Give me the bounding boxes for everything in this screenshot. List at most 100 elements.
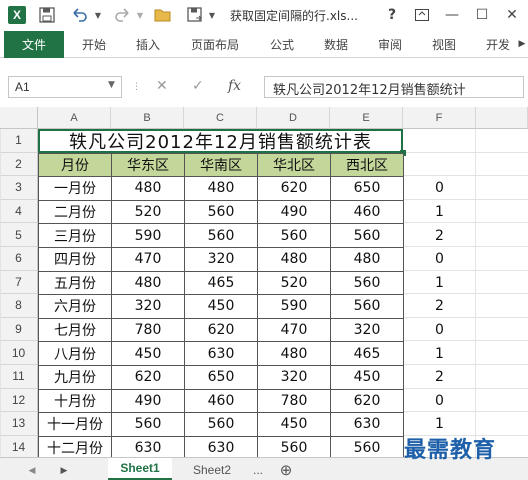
column-header-c[interactable]: C	[184, 107, 257, 129]
table-header-cell[interactable]: 华东区	[111, 152, 185, 178]
minimize-button[interactable]: —	[440, 4, 464, 26]
table-cell[interactable]: 780	[111, 317, 185, 343]
select-all-corner[interactable]	[0, 107, 38, 129]
sheet-tab-sheet2[interactable]: Sheet2	[180, 461, 244, 479]
table-cell[interactable]: 620	[184, 317, 258, 343]
row-header-12[interactable]: 12	[0, 388, 38, 413]
table-cell[interactable]: 780	[257, 388, 331, 414]
table-cell[interactable]: 560	[330, 270, 404, 296]
table-cell[interactable]: 620	[330, 388, 404, 414]
row-header-6[interactable]: 6	[0, 247, 38, 271]
table-cell[interactable]: 450	[111, 341, 185, 366]
table-cell[interactable]: 470	[111, 247, 185, 272]
tab-view[interactable]: 视图	[424, 31, 464, 57]
table-cell[interactable]: 320	[257, 365, 331, 390]
table-cell[interactable]: 620	[257, 176, 331, 201]
table-cell[interactable]: 465	[184, 270, 258, 296]
table-cell[interactable]: 480	[330, 247, 404, 272]
tab-home[interactable]: 开始	[74, 31, 114, 57]
tab-page-layout[interactable]: 页面布局	[182, 31, 248, 57]
row-header-5[interactable]: 5	[0, 223, 38, 247]
table-cell[interactable]: 560	[184, 223, 258, 248]
table-cell[interactable]: 650	[330, 176, 404, 201]
table-cell[interactable]: 八月份	[38, 341, 112, 366]
table-cell[interactable]: 470	[257, 317, 331, 343]
table-cell[interactable]: 490	[257, 199, 331, 225]
table-cell[interactable]: 560	[257, 435, 331, 457]
table-header-cell[interactable]: 月份	[38, 152, 112, 178]
row-header-11[interactable]: 11	[0, 365, 38, 389]
table-cell[interactable]: 465	[330, 341, 404, 366]
row-header-8[interactable]: 8	[0, 294, 38, 318]
qat-customize-icon[interactable]: ▼	[206, 4, 218, 26]
sheet-scroll-right-icon[interactable]: ▶	[56, 461, 72, 479]
table-cell[interactable]: 630	[111, 435, 185, 457]
tab-formulas[interactable]: 公式	[262, 31, 302, 57]
more-sheets-button[interactable]: ...	[248, 461, 268, 479]
row-header-1[interactable]: 1	[0, 129, 38, 153]
ribbon-scroll-right-icon[interactable]: ▶	[516, 31, 528, 57]
table-cell[interactable]: 450	[330, 365, 404, 390]
new-sheet-button[interactable]: ⊕	[276, 461, 296, 479]
helper-cell[interactable]: 2	[403, 365, 476, 390]
insert-function-icon[interactable]: fx	[228, 78, 241, 94]
row-header-4[interactable]: 4	[0, 199, 38, 224]
row-header-14[interactable]: 14	[0, 435, 38, 457]
cancel-icon[interactable]: ✕	[156, 78, 168, 94]
table-cell[interactable]: 460	[184, 388, 258, 414]
column-header-f[interactable]: F	[403, 107, 476, 129]
tab-data[interactable]: 数据	[316, 31, 356, 57]
sheet-scroll-left-icon[interactable]: ◀	[24, 461, 40, 479]
table-cell[interactable]: 620	[111, 365, 185, 390]
table-cell[interactable]: 十月份	[38, 388, 112, 414]
table-cell[interactable]: 560	[111, 412, 185, 437]
column-header-g[interactable]	[476, 107, 528, 129]
undo-dropdown-icon[interactable]: ▼	[92, 4, 104, 26]
open-folder-icon[interactable]	[152, 4, 174, 26]
table-cell[interactable]: 480	[111, 270, 185, 296]
table-cell[interactable]: 560	[184, 199, 258, 225]
table-cell[interactable]: 590	[111, 223, 185, 248]
table-cell[interactable]: 630	[184, 341, 258, 366]
maximize-button[interactable]: ☐	[470, 4, 494, 26]
helper-cell[interactable]: 0	[403, 318, 476, 343]
tab-insert[interactable]: 插入	[128, 31, 168, 57]
helper-cell[interactable]: 0	[403, 176, 476, 201]
table-header-cell[interactable]: 华北区	[257, 152, 331, 178]
redo-dropdown-icon[interactable]: ▼	[134, 4, 146, 26]
table-cell[interactable]: 五月份	[38, 270, 112, 296]
table-cell[interactable]: 六月份	[38, 294, 112, 319]
column-header-a[interactable]: A	[38, 107, 111, 129]
row-header-3[interactable]: 3	[0, 176, 38, 200]
redo-icon[interactable]	[112, 4, 134, 26]
column-header-b[interactable]: B	[111, 107, 184, 129]
row-header-13[interactable]: 13	[0, 412, 38, 436]
table-cell[interactable]: 460	[330, 199, 404, 225]
table-cell[interactable]: 560	[184, 412, 258, 437]
undo-icon[interactable]	[68, 4, 90, 26]
helper-cell[interactable]: 2	[403, 223, 476, 248]
table-cell[interactable]: 二月份	[38, 199, 112, 225]
table-cell[interactable]: 560	[330, 294, 404, 319]
table-cell[interactable]: 480	[111, 176, 185, 201]
table-cell[interactable]: 560	[330, 223, 404, 248]
row-header-9[interactable]: 9	[0, 317, 38, 342]
tab-file[interactable]: 文件	[4, 31, 64, 58]
table-cell[interactable]: 320	[330, 317, 404, 343]
table-cell[interactable]: 480	[184, 176, 258, 201]
sheet-tab-sheet1[interactable]: Sheet1	[108, 458, 172, 480]
table-cell[interactable]: 十一月份	[38, 412, 112, 437]
column-header-e[interactable]: E	[330, 107, 403, 129]
helper-cell[interactable]: 0	[403, 389, 476, 414]
table-cell[interactable]: 630	[330, 412, 404, 437]
table-cell[interactable]: 650	[184, 365, 258, 390]
row-header-10[interactable]: 10	[0, 341, 38, 365]
table-header-cell[interactable]: 华南区	[184, 152, 258, 178]
table-cell[interactable]: 十二月份	[38, 435, 112, 457]
table-cell[interactable]: 450	[257, 412, 331, 437]
helper-cell[interactable]: 1	[403, 271, 476, 296]
helper-cell[interactable]: 0	[403, 247, 476, 272]
help-button[interactable]: ?	[380, 4, 404, 26]
table-cell[interactable]: 520	[257, 270, 331, 296]
name-box[interactable]: A1	[8, 76, 122, 98]
